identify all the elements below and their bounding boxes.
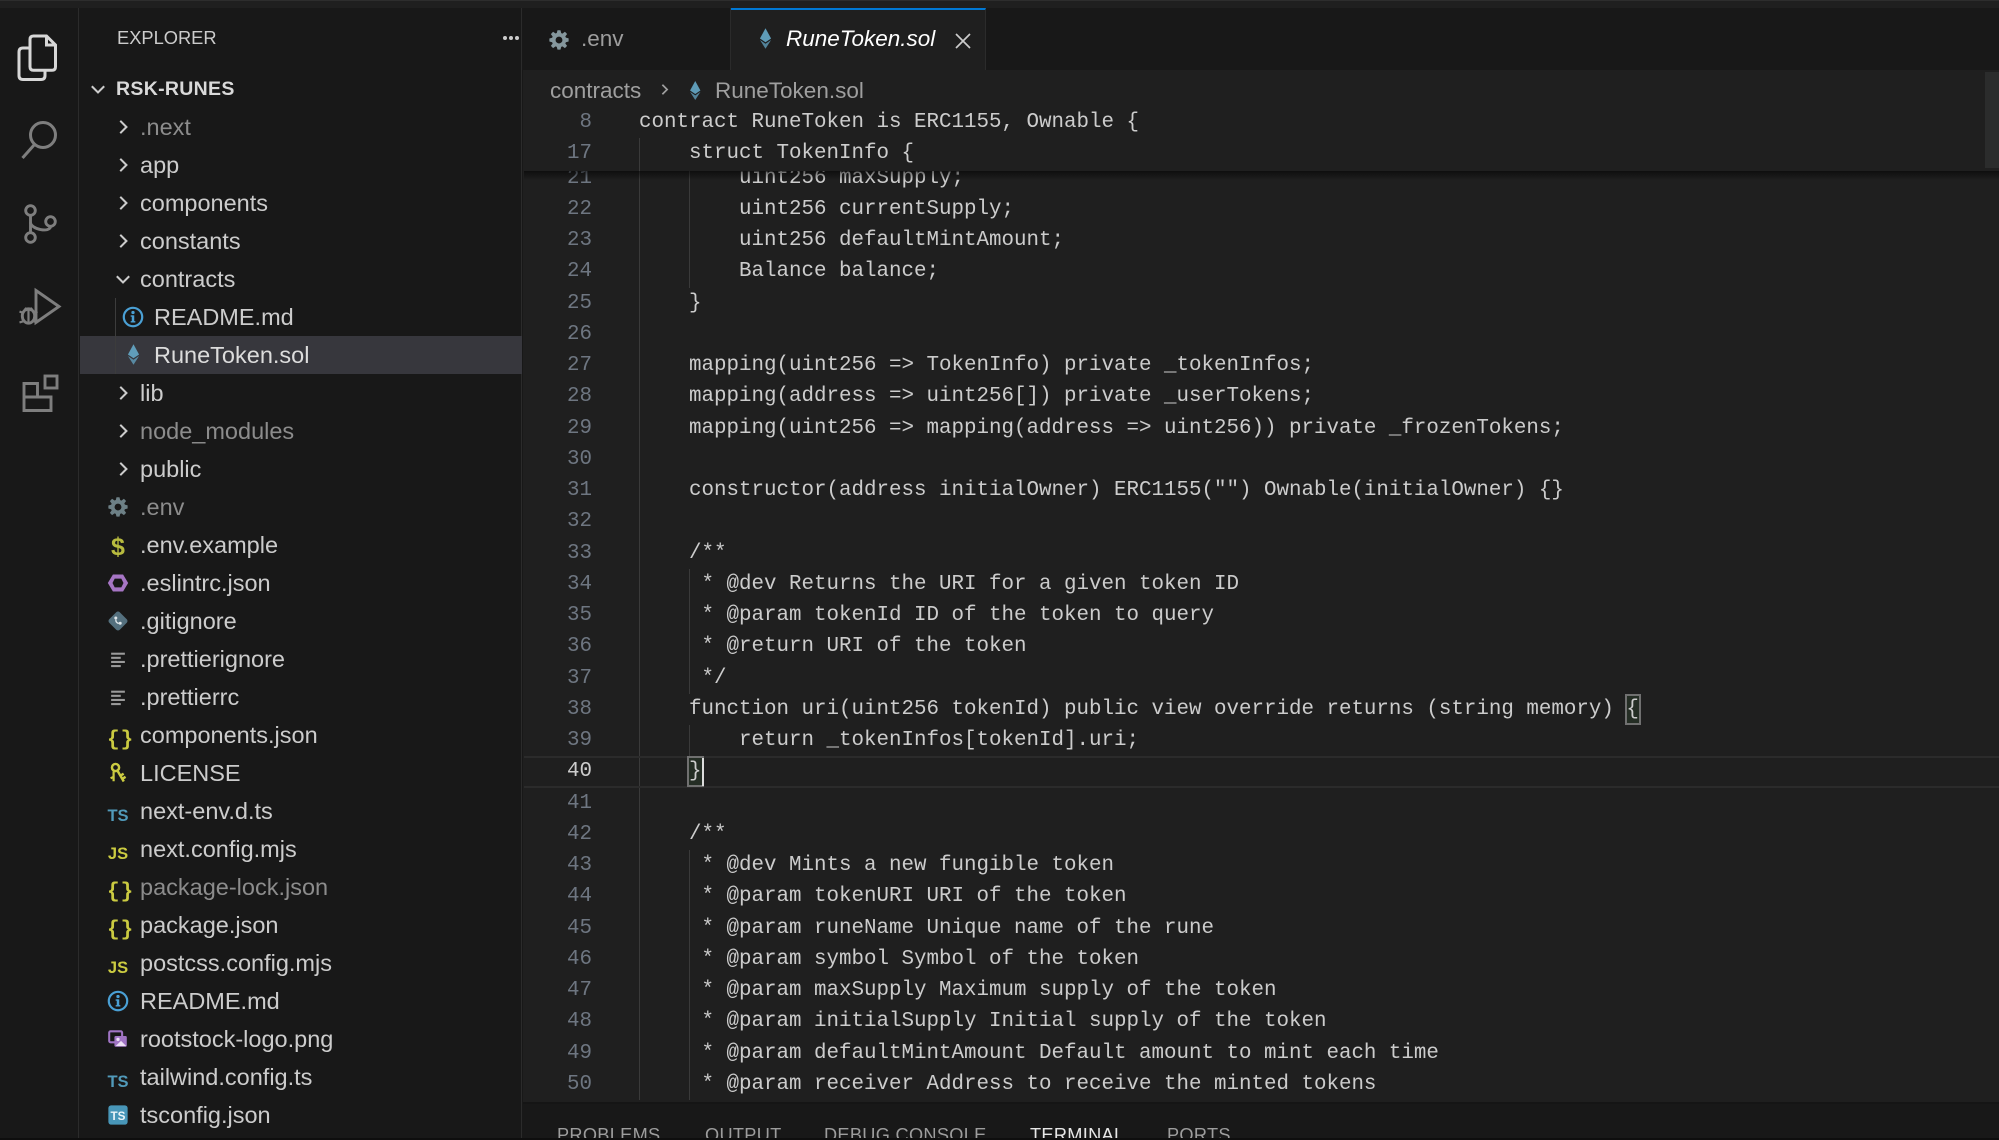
svg-text:TS: TS — [111, 1110, 126, 1123]
